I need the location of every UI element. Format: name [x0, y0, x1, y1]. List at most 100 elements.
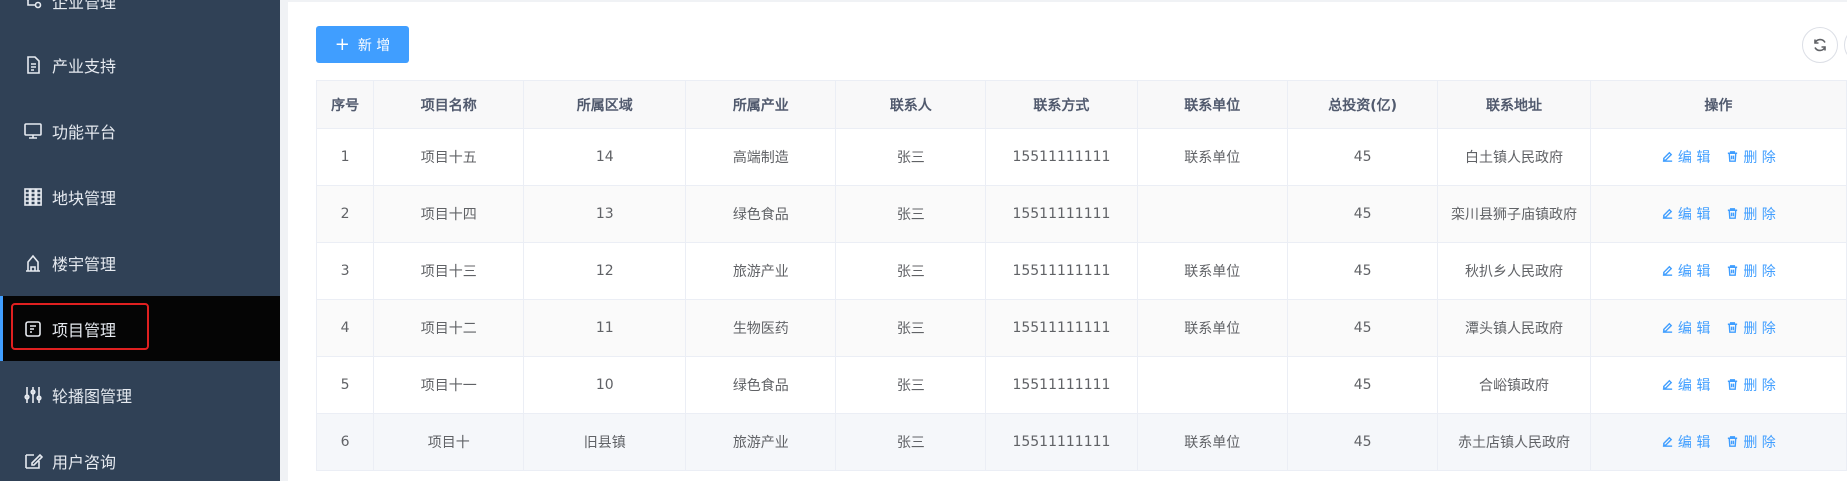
- actions-cell: 编 辑删 除: [1589, 356, 1847, 414]
- edit-label: 编 辑: [1677, 263, 1711, 280]
- table-cell: 15511111111: [985, 413, 1138, 471]
- table-row[interactable]: 3 项目十三 12 旅游产业 张三 15511111111 联系单位 45 秋扒乡人民政府 编 辑…: [315, 242, 1847, 300]
- table-cell: 潭头镇人民政府: [1437, 299, 1591, 357]
- table-cell: 4: [315, 299, 375, 357]
- table-row[interactable]: 5 项目十一 10 绿色食品 张三 15511111111 45 合峪镇政府 编 辑 删 除: [315, 356, 1847, 414]
- edit-icon: [1661, 321, 1674, 334]
- add-button[interactable]: + 新 增: [316, 26, 409, 63]
- actions-cell: 编 辑删 除: [1589, 185, 1847, 243]
- table-cell: 5: [315, 356, 375, 414]
- sidebar-item-label: 功能平台: [52, 122, 117, 142]
- project-table: 序号 项目名称 所属区域 所属产业 联系人 联系方式 联系单位 总投资(亿) 联…: [315, 80, 1847, 471]
- table-cell: 张三: [835, 299, 987, 357]
- sliders-icon: [22, 384, 44, 406]
- document-icon: [22, 54, 44, 76]
- edit-icon: [22, 450, 44, 472]
- table-cell: 45: [1286, 242, 1439, 300]
- edit-button[interactable]: 编 辑: [1661, 147, 1710, 167]
- table-cell: 6: [315, 413, 375, 471]
- sidebar-item-label: 项目管理: [52, 320, 117, 340]
- table-cell: 合峪镇政府: [1437, 356, 1591, 414]
- column-header[interactable]: 联系地址: [1437, 80, 1591, 129]
- sidebar: 企业管理 产业支持 功能平台 地块管理 楼宇管理 项目管理 轮播图管理 用户咨询: [0, 0, 280, 481]
- sidebar-item-platform[interactable]: 功能平台: [0, 98, 280, 163]
- building-icon: [22, 252, 44, 274]
- sidebar-item-projects[interactable]: 项目管理: [0, 296, 280, 361]
- edit-button[interactable]: 编 辑: [1661, 375, 1710, 395]
- sidebar-item-consult[interactable]: 用户咨询: [0, 428, 280, 481]
- refresh-icon: [1814, 38, 1826, 52]
- delete-button[interactable]: 删 除: [1726, 204, 1776, 224]
- delete-button[interactable]: 删 除: [1726, 432, 1776, 452]
- column-header[interactable]: 项目名称: [373, 80, 525, 129]
- table-cell: 高端制造: [685, 128, 837, 186]
- edit-icon: [1661, 378, 1674, 391]
- column-header[interactable]: 联系方式: [985, 80, 1138, 129]
- table-row[interactable]: 2 项目十四 13 绿色食品 张三 15511111111 45 栾川县狮子庙镇政府 编 辑 删 …: [315, 185, 1847, 243]
- column-header[interactable]: 总投资(亿): [1286, 80, 1439, 129]
- table-cell: 45: [1286, 356, 1439, 414]
- table-cell: 联系单位: [1136, 128, 1288, 186]
- table-cell: 张三: [835, 413, 987, 471]
- column-header[interactable]: 联系单位: [1136, 80, 1288, 129]
- table-cell: 张三: [835, 128, 987, 186]
- delete-button[interactable]: 删 除: [1726, 261, 1776, 281]
- edit-icon: [1661, 264, 1674, 277]
- table-cell: 张三: [835, 185, 987, 243]
- delete-button[interactable]: 删 除: [1726, 147, 1776, 167]
- edit-button[interactable]: 编 辑: [1661, 318, 1710, 338]
- column-header[interactable]: 序号: [315, 80, 375, 129]
- sidebar-item-enterprise[interactable]: 企业管理: [0, 0, 280, 33]
- column-header[interactable]: 操作: [1589, 80, 1847, 129]
- delete-button[interactable]: 删 除: [1726, 318, 1776, 338]
- edit-button[interactable]: 编 辑: [1661, 261, 1710, 281]
- table-cell: 15511111111: [985, 242, 1138, 300]
- sidebar-item-industry-support[interactable]: 产业支持: [0, 32, 280, 97]
- add-button-label: 新 增: [357, 37, 391, 54]
- actions-cell: 编 辑删 除: [1589, 128, 1847, 186]
- sidebar-item-plots[interactable]: 地块管理: [0, 164, 280, 229]
- table-cell: [1136, 185, 1288, 243]
- table-cell: [1136, 356, 1288, 414]
- trash-icon: [1726, 321, 1739, 334]
- table-cell: 15511111111: [985, 185, 1138, 243]
- column-header[interactable]: 所属区域: [523, 80, 687, 129]
- trash-icon: [1726, 207, 1739, 220]
- plus-icon: +: [334, 33, 350, 55]
- edit-button[interactable]: 编 辑: [1661, 432, 1710, 452]
- actions-cell: 编 辑删 除: [1589, 299, 1847, 357]
- table-cell: 12: [523, 242, 687, 300]
- plots-icon: [22, 186, 44, 208]
- table-cell: 项目十三: [373, 242, 525, 300]
- sidebar-item-label: 企业管理: [52, 0, 117, 12]
- table-row[interactable]: 6 项目十 旧县镇 旅游产业 张三 15511111111 联系单位 45 赤土店镇人民政府 编 …: [315, 413, 1847, 471]
- content-card: + 新 增 序号 项目名称 所属区域 所属产业 联系人 联系方式 联系单位 总投…: [288, 2, 1847, 481]
- table-cell: 15511111111: [985, 299, 1138, 357]
- refresh-button[interactable]: [1802, 27, 1838, 63]
- table-cell: 13: [523, 185, 687, 243]
- edit-button[interactable]: 编 辑: [1661, 204, 1710, 224]
- column-header[interactable]: 所属产业: [685, 80, 837, 129]
- column-header[interactable]: 联系人: [835, 80, 987, 129]
- edit-icon: [1661, 150, 1674, 163]
- table-row[interactable]: 4 项目十二 11 生物医药 张三 15511111111 联系单位 45 潭头镇人民政府 编 辑…: [315, 299, 1847, 357]
- edit-label: 编 辑: [1677, 434, 1711, 451]
- monitor-icon: [22, 120, 44, 142]
- table-cell: 14: [523, 128, 687, 186]
- edit-label: 编 辑: [1677, 149, 1711, 166]
- table-cell: 10: [523, 356, 687, 414]
- table-cell: 1: [315, 128, 375, 186]
- table-cell: 赤土店镇人民政府: [1437, 413, 1591, 471]
- delete-label: 删 除: [1743, 377, 1776, 394]
- table-cell: 张三: [835, 242, 987, 300]
- sidebar-item-buildings[interactable]: 楼宇管理: [0, 230, 280, 295]
- table-cell: 15511111111: [985, 128, 1138, 186]
- delete-button[interactable]: 删 除: [1726, 375, 1776, 395]
- table-cell: 45: [1286, 185, 1439, 243]
- sidebar-item-carousel[interactable]: 轮播图管理: [0, 362, 280, 427]
- table-row[interactable]: 1 项目十五 14 高端制造 张三 15511111111 联系单位 45 白土镇人民政府 编 辑…: [315, 128, 1847, 186]
- table-cell: 旅游产业: [685, 242, 837, 300]
- actions-cell: 编 辑删 除: [1589, 413, 1847, 471]
- table-cell: 项目十一: [373, 356, 525, 414]
- delete-label: 删 除: [1743, 149, 1776, 166]
